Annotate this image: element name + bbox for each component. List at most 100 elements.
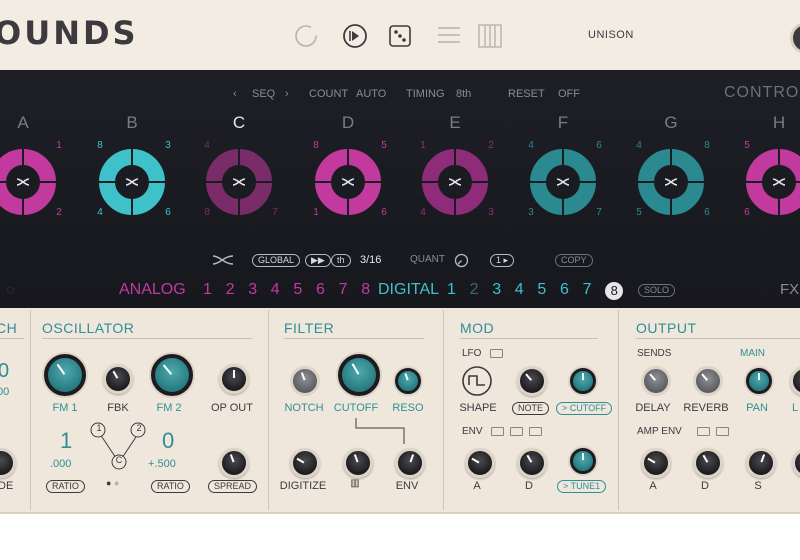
mod-env-attack-knob[interactable] [465, 448, 495, 478]
count-value[interactable]: AUTO [356, 88, 386, 100]
ratio1-value[interactable]: 1 [60, 428, 72, 454]
slot-letter[interactable]: A [8, 113, 38, 133]
reverb-knob[interactable] [693, 366, 723, 396]
page-dots[interactable]: ● ● [106, 478, 119, 488]
node-c[interactable]: C [114, 455, 124, 465]
analog-bank-number[interactable]: 5 [293, 281, 302, 299]
lfo-settings-icon[interactable] [490, 349, 503, 358]
seq-next-arrow[interactable]: › [285, 88, 289, 100]
timing-value[interactable]: 8th [456, 88, 471, 100]
env-icon-2[interactable] [510, 427, 523, 436]
amp-decay-knob[interactable] [693, 448, 723, 478]
global-pill[interactable]: GLOBAL [252, 254, 301, 267]
ratio1-fine[interactable]: .000 [50, 458, 71, 470]
lfo-shape-button[interactable] [461, 365, 493, 397]
ratio2-value[interactable]: 0 [162, 428, 174, 454]
fx-label[interactable]: FX [780, 281, 799, 298]
delay-knob[interactable] [641, 366, 671, 396]
menu-lines-icon[interactable] [435, 22, 463, 50]
unison-knob[interactable] [790, 22, 800, 54]
digitize-knob[interactable] [290, 448, 320, 478]
fm2-knob[interactable] [151, 354, 193, 396]
filter-env-knob[interactable] [395, 448, 425, 478]
digital-bank-number[interactable]: 8 [605, 282, 624, 300]
lfo-cutoff-target[interactable]: > CUTOFF [556, 402, 613, 415]
digital-bank-number[interactable]: 5 [537, 281, 546, 299]
slot-one-pill[interactable]: 1 ▸ [490, 254, 515, 267]
left-partial-knob[interactable] [0, 448, 16, 478]
mod-env-amount-knob[interactable] [570, 448, 596, 474]
reso-knob[interactable] [395, 368, 421, 394]
notch-knob[interactable] [290, 366, 320, 396]
play-mode-pill[interactable]: ▶▶ [305, 254, 331, 267]
copy-pill[interactable]: COPY [555, 254, 593, 267]
slot-pattern-circle[interactable] [530, 149, 596, 215]
th-pill[interactable]: th [331, 254, 351, 267]
seq-prev-arrow[interactable]: ‹ [233, 88, 237, 100]
slot-letter[interactable]: B [117, 113, 147, 133]
digital-bank-number[interactable]: 7 [583, 281, 592, 299]
digital-bank-number[interactable]: 3 [492, 281, 501, 299]
node-1[interactable]: 1 [94, 423, 104, 433]
digital-bank-number[interactable]: 1 [447, 281, 456, 299]
amp-env-icon-1[interactable] [697, 427, 710, 436]
analog-bank-number[interactable]: 8 [361, 281, 370, 299]
digital-bank-number[interactable]: 6 [560, 281, 569, 299]
amp-sustain-knob[interactable] [746, 448, 776, 478]
analog-bank-number[interactable]: 3 [248, 281, 257, 299]
lfo-rate-knob[interactable] [517, 366, 547, 396]
slot-pattern-circle[interactable] [206, 149, 272, 215]
tune-target-tag[interactable]: > TUNE1 [557, 480, 607, 493]
slot-letter[interactable]: G [656, 113, 686, 133]
analog-bank-number[interactable]: 7 [339, 281, 348, 299]
slot-pattern-circle[interactable] [638, 149, 704, 215]
spread-knob[interactable] [219, 448, 249, 478]
level-knob-partial[interactable] [790, 366, 800, 396]
lfo-amount-knob[interactable] [570, 368, 596, 394]
bank-analog-label[interactable]: ANALOG [119, 281, 186, 299]
slot-letter[interactable]: D [333, 113, 363, 133]
slot-pattern-circle[interactable] [0, 149, 56, 215]
slot-letter[interactable]: E [440, 113, 470, 133]
slot-letter[interactable]: H [764, 113, 794, 133]
reset-value[interactable]: OFF [558, 88, 580, 100]
slot-pattern-circle[interactable] [746, 149, 800, 215]
analog-bank-number[interactable]: 6 [316, 281, 325, 299]
ratio2-fine[interactable]: +.500 [148, 458, 176, 470]
slot-letter[interactable]: F [548, 113, 578, 133]
piano-keys-icon[interactable] [476, 22, 504, 50]
slot-pattern-circle[interactable] [422, 149, 488, 215]
note-tag[interactable]: NOTE [512, 402, 550, 415]
amp-release-knob-partial[interactable] [792, 448, 800, 478]
digital-bank-number[interactable]: 4 [515, 281, 524, 299]
env-icon-1[interactable] [491, 427, 504, 436]
mod-env-decay-knob[interactable] [517, 448, 547, 478]
quant-knob-icon[interactable] [454, 253, 469, 268]
step-value[interactable]: 3/16 [360, 254, 381, 266]
play-step-icon[interactable] [341, 22, 369, 50]
spread-tag[interactable]: SPREAD [208, 480, 258, 493]
ratio2-tag[interactable]: RATIO [151, 480, 190, 493]
bank-digital-label[interactable]: DIGITAL [378, 281, 439, 299]
amp-attack-knob[interactable] [641, 448, 671, 478]
digital-bank-number[interactable]: 2 [470, 281, 479, 299]
shuffle-icon[interactable] [212, 254, 234, 266]
fm1-knob[interactable] [44, 354, 86, 396]
node-2[interactable]: 2 [134, 423, 144, 433]
analog-bank-number[interactable]: 1 [203, 281, 212, 299]
env-icon-3[interactable] [529, 427, 542, 436]
amp-env-icon-2[interactable] [716, 427, 729, 436]
analog-bank-number[interactable]: 2 [226, 281, 235, 299]
slot-pattern-circle[interactable] [99, 149, 165, 215]
keytrack-knob[interactable] [343, 448, 373, 478]
fbk-knob[interactable] [103, 364, 133, 394]
slot-pattern-circle[interactable] [315, 149, 381, 215]
op-out-knob[interactable] [219, 364, 249, 394]
slot-letter[interactable]: C [224, 113, 254, 133]
dice-icon[interactable] [386, 22, 414, 50]
ratio1-tag[interactable]: RATIO [46, 480, 85, 493]
analog-bank-number[interactable]: 4 [271, 281, 280, 299]
pan-knob[interactable] [746, 368, 772, 394]
cutoff-knob[interactable] [338, 354, 380, 396]
refresh-icon[interactable] [292, 22, 320, 50]
